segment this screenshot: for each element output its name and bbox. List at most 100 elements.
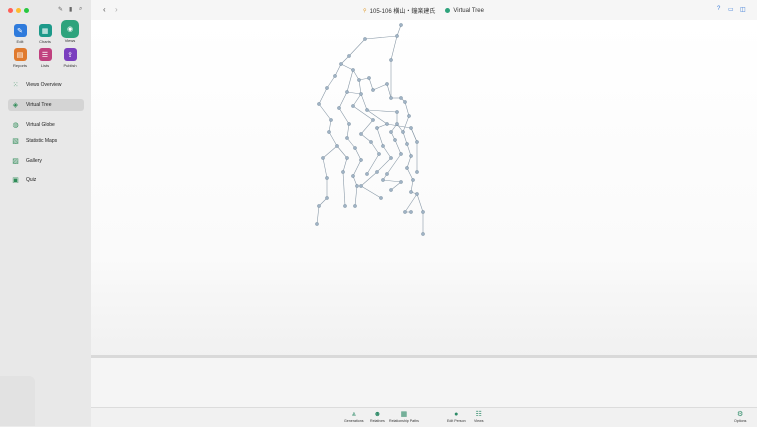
tree-person-node[interactable] — [389, 130, 393, 134]
tree-person-node[interactable] — [421, 232, 425, 236]
tree-person-node[interactable] — [351, 68, 355, 72]
tree-person-node[interactable] — [321, 156, 325, 160]
tree-person-node[interactable] — [399, 23, 403, 27]
tree-person-node[interactable] — [315, 222, 319, 226]
options-button[interactable]: ⚙ Options — [734, 411, 746, 423]
tree-person-node[interactable] — [325, 196, 329, 200]
tool-charts[interactable]: ▦ Charts — [33, 24, 57, 44]
tree-person-node[interactable] — [381, 178, 385, 182]
help-icon[interactable]: ? — [717, 6, 720, 12]
views-button[interactable]: ☷ Views — [474, 411, 484, 423]
sidebar-item-virtual-globe[interactable]: ◍ Virtual Globe — [8, 119, 84, 131]
tree-person-node[interactable] — [369, 140, 373, 144]
tree-person-node[interactable] — [337, 106, 341, 110]
tree-person-node[interactable] — [325, 176, 329, 180]
tree-person-node[interactable] — [347, 54, 351, 58]
tree-person-node[interactable] — [357, 78, 361, 82]
tree-person-node[interactable] — [405, 166, 409, 170]
sidebar-item-virtual-tree[interactable]: ◈ Virtual Tree — [8, 99, 84, 111]
tree-person-node[interactable] — [403, 210, 407, 214]
tree-person-node[interactable] — [415, 192, 419, 196]
edit-person-button[interactable]: ● Edit Person — [447, 411, 466, 423]
tree-person-node[interactable] — [351, 104, 355, 108]
tree-person-node[interactable] — [399, 96, 403, 100]
tree-person-node[interactable] — [375, 170, 379, 174]
zoom-window-button[interactable] — [24, 8, 29, 13]
tree-person-node[interactable] — [343, 204, 347, 208]
tree-person-node[interactable] — [409, 210, 413, 214]
tree-person-node[interactable] — [327, 130, 331, 134]
tree-person-node[interactable] — [359, 184, 363, 188]
relatives-button[interactable]: ☻ Relatives — [370, 411, 385, 423]
tree-person-node[interactable] — [405, 142, 409, 146]
tree-person-node[interactable] — [345, 90, 349, 94]
tree-person-node[interactable] — [385, 82, 389, 86]
tree-person-node[interactable] — [371, 118, 375, 122]
tree-person-node[interactable] — [353, 146, 357, 150]
tree-person-node[interactable] — [351, 174, 355, 178]
tree-person-node[interactable] — [381, 144, 385, 148]
tool-edit[interactable]: ✎ Edit — [8, 24, 32, 44]
sidebar-item-statistic-maps[interactable]: ▧ Statistic Maps — [8, 135, 84, 147]
window-mode-icon[interactable]: ▭ — [728, 6, 734, 13]
tree-person-node[interactable] — [359, 92, 363, 96]
tree-person-node[interactable] — [325, 86, 329, 90]
tree-person-node[interactable] — [339, 62, 343, 66]
tree-person-node[interactable] — [377, 152, 381, 156]
tree-person-node[interactable] — [409, 154, 413, 158]
tree-person-node[interactable] — [395, 34, 399, 38]
bookmark-icon[interactable]: ▮ — [69, 6, 72, 13]
sidebar-item-quiz[interactable]: ▣ Quiz — [8, 174, 84, 186]
tree-person-node[interactable] — [345, 136, 349, 140]
tree-person-node[interactable] — [403, 100, 407, 104]
tree-person-node[interactable] — [317, 204, 321, 208]
tree-person-node[interactable] — [367, 76, 371, 80]
tree-person-node[interactable] — [415, 140, 419, 144]
tree-person-node[interactable] — [393, 138, 397, 142]
tree-person-node[interactable] — [401, 130, 405, 134]
tree-person-node[interactable] — [415, 170, 419, 174]
tree-person-node[interactable] — [409, 190, 413, 194]
tree-person-node[interactable] — [399, 152, 403, 156]
virtual-tree-canvas[interactable] — [91, 20, 757, 356]
relationship-paths-button[interactable]: ▦ Relationship Paths — [389, 411, 419, 423]
tree-person-node[interactable] — [365, 108, 369, 112]
tag-icon[interactable]: ✎ — [58, 6, 63, 13]
tree-person-node[interactable] — [379, 196, 383, 200]
tree-person-node[interactable] — [341, 170, 345, 174]
sidebar-item-views-overview[interactable]: ⁙ Views Overview — [8, 79, 84, 91]
tree-person-node[interactable] — [389, 96, 393, 100]
tree-person-node[interactable] — [329, 118, 333, 122]
tree-person-node[interactable] — [335, 144, 339, 148]
tree-person-node[interactable] — [395, 110, 399, 114]
tree-person-node[interactable] — [389, 188, 393, 192]
back-chevron-icon[interactable]: ‹ — [103, 5, 106, 14]
generations-button[interactable]: ⩓ Generations — [344, 411, 364, 423]
tree-person-node[interactable] — [399, 180, 403, 184]
sidebar-toggle-icon[interactable]: ◫ — [740, 6, 746, 13]
tree-person-node[interactable] — [375, 126, 379, 130]
tool-lists[interactable]: ☰ Lists — [33, 48, 57, 68]
tree-person-node[interactable] — [395, 122, 399, 126]
tree-person-node[interactable] — [359, 158, 363, 162]
tree-person-node[interactable] — [389, 156, 393, 160]
tree-person-node[interactable] — [385, 172, 389, 176]
minimize-window-button[interactable] — [16, 8, 21, 13]
search-person-icon[interactable]: ⌕ — [79, 6, 82, 13]
virtual-tree-graph[interactable] — [91, 20, 757, 356]
tree-person-node[interactable] — [409, 126, 413, 130]
tree-person-node[interactable] — [389, 58, 393, 62]
sidebar-item-gallery[interactable]: ▨ Gallery — [8, 155, 84, 167]
forward-chevron-icon[interactable]: › — [115, 5, 118, 14]
tree-person-node[interactable] — [371, 88, 375, 92]
tree-person-node[interactable] — [385, 122, 389, 126]
tool-publish[interactable]: ⇪ Publish — [58, 48, 82, 68]
tree-person-node[interactable] — [333, 74, 337, 78]
tool-reports[interactable]: ▤ Reports — [8, 48, 32, 68]
tree-person-node[interactable] — [345, 156, 349, 160]
tree-person-node[interactable] — [411, 178, 415, 182]
tree-person-node[interactable] — [353, 204, 357, 208]
tree-person-node[interactable] — [365, 172, 369, 176]
tree-person-node[interactable] — [317, 102, 321, 106]
tree-person-node[interactable] — [421, 210, 425, 214]
